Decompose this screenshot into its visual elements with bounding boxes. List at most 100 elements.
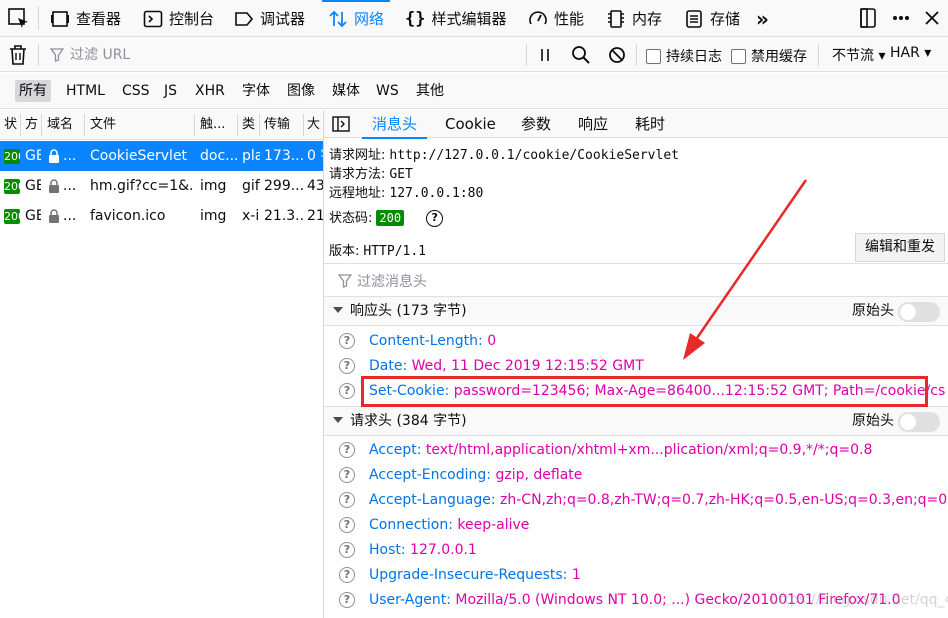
- collapse-arrow-icon[interactable]: [333, 307, 343, 313]
- chevron-double-right-icon[interactable]: »: [756, 0, 769, 37]
- header-name: Accept:: [369, 442, 422, 458]
- request-file: hm.gif?cc=1&...: [90, 178, 194, 194]
- request-row[interactable]: 200 GET ... hm.gif?cc=1&... img gif 299.…: [0, 171, 323, 201]
- summary-url-value: http://127.0.0.1/cookie/CookieServlet: [389, 148, 679, 163]
- header-text: Host: 127.0.0.1: [369, 538, 477, 563]
- filter-images[interactable]: 图像: [283, 80, 319, 102]
- request-cause: img: [200, 178, 227, 194]
- response-headers-section[interactable]: 响应头 (173 字节) 原始头: [324, 296, 948, 326]
- filter-media[interactable]: 媒体: [328, 80, 364, 102]
- toggle-sidebar-icon[interactable]: [332, 116, 350, 136]
- header-text: Accept-Encoding: gzip, deflate: [369, 463, 582, 488]
- filter-js[interactable]: JS: [160, 80, 181, 102]
- column-method[interactable]: 方: [25, 110, 39, 140]
- request-size: 21: [307, 208, 323, 224]
- column-transferred[interactable]: 传输: [264, 110, 302, 140]
- toolbar-separator: [526, 44, 527, 66]
- raw-headers-label: 原始头: [852, 413, 894, 429]
- column-separator: [303, 114, 304, 136]
- filter-other[interactable]: 其他: [412, 80, 448, 102]
- help-icon[interactable]: ?: [339, 492, 355, 508]
- request-headers-section[interactable]: 请求头 (384 字节) 原始头: [324, 406, 948, 436]
- column-separator: [20, 114, 21, 136]
- help-icon[interactable]: ?: [339, 442, 355, 458]
- help-icon[interactable]: ?: [426, 210, 444, 227]
- tab-response[interactable]: 响应: [578, 110, 608, 138]
- help-icon[interactable]: ?: [339, 333, 355, 349]
- column-cause[interactable]: 触...: [200, 110, 234, 140]
- checkbox-box[interactable]: [731, 48, 746, 64]
- header-text: User-Agent: Mozilla/5.0 (Windows NT 10.0…: [369, 588, 901, 613]
- help-icon[interactable]: ?: [339, 592, 355, 608]
- request-details-panel: 消息头 Cookie 参数 响应 耗时 请求网址: http://127.0.0.…: [324, 110, 948, 618]
- help-icon[interactable]: ?: [339, 383, 355, 399]
- header-row: ? Content-Length: 0: [324, 329, 948, 354]
- block-icon[interactable]: [606, 44, 628, 70]
- lock-icon: [47, 149, 61, 167]
- request-list: 状 方 域名 文件 触... 类 传输 大 200 GET ... Cookie…: [0, 110, 323, 618]
- request-size: 43: [307, 178, 323, 194]
- header-row: ? Accept-Encoding: gzip, deflate: [324, 463, 948, 488]
- har-menu-button[interactable]: HAR ▾: [890, 45, 931, 61]
- tab-performance[interactable]: 性能: [528, 0, 584, 37]
- tab-params[interactable]: 参数: [521, 110, 551, 138]
- status-badge: 200: [4, 179, 20, 194]
- filter-fonts[interactable]: 字体: [238, 80, 274, 102]
- tab-headers[interactable]: 消息头: [361, 110, 428, 139]
- status-badge: 200: [4, 209, 20, 224]
- tab-storage[interactable]: 存储: [684, 0, 740, 37]
- help-icon[interactable]: ?: [339, 542, 355, 558]
- edit-and-resend-button[interactable]: 编辑和重发: [855, 233, 945, 262]
- header-value: 127.0.0.1: [410, 542, 477, 558]
- request-transferred: 299...: [264, 178, 304, 194]
- column-status[interactable]: 状: [4, 110, 20, 140]
- summary-method: 请求方法: GET: [329, 163, 413, 182]
- raw-headers-toggle[interactable]: [898, 302, 940, 322]
- column-file[interactable]: 文件: [90, 110, 190, 140]
- request-row[interactable]: 200 GET ... favicon.ico img x-i 21.3... …: [0, 201, 323, 231]
- tab-console[interactable]: 控制台: [143, 0, 214, 37]
- filter-css[interactable]: CSS: [118, 80, 154, 102]
- raw-headers-toggle[interactable]: [898, 412, 940, 432]
- toolbar-separator: [636, 44, 637, 66]
- filter-url-field[interactable]: [50, 44, 520, 66]
- help-icon[interactable]: ?: [339, 567, 355, 583]
- help-icon[interactable]: ?: [339, 358, 355, 374]
- header-row: ? Date: Wed, 11 Dec 2019 12:15:52 GMT: [324, 354, 948, 379]
- column-domain[interactable]: 域名: [47, 110, 83, 140]
- column-size[interactable]: 大: [307, 110, 322, 140]
- trash-icon[interactable]: [8, 44, 28, 70]
- tab-cookies[interactable]: Cookie: [445, 110, 496, 138]
- column-type[interactable]: 类: [242, 110, 257, 140]
- header-value: text/html,application/xhtml+xm...plicati…: [425, 442, 873, 458]
- tab-inspector[interactable]: 查看器: [50, 0, 121, 37]
- filter-html[interactable]: HTML: [62, 80, 109, 102]
- filter-all[interactable]: 所有: [15, 80, 51, 102]
- tab-timings[interactable]: 耗时: [635, 110, 665, 138]
- more-options-icon[interactable]: [890, 7, 912, 29]
- debugger-icon: [235, 11, 254, 26]
- tab-network[interactable]: 网络: [321, 0, 391, 37]
- pause-icon[interactable]: [535, 44, 555, 66]
- filter-url-input[interactable]: [70, 47, 470, 63]
- throttle-select[interactable]: 不节流 ▾: [832, 45, 885, 65]
- filter-ws[interactable]: WS: [372, 80, 403, 102]
- help-icon[interactable]: ?: [339, 517, 355, 533]
- collapse-arrow-icon[interactable]: [333, 417, 343, 423]
- filter-xhr[interactable]: XHR: [191, 80, 229, 102]
- tab-debugger[interactable]: 调试器: [234, 0, 305, 37]
- close-icon[interactable]: [921, 7, 943, 29]
- element-picker-icon[interactable]: [6, 6, 32, 32]
- domain-ellipsis: ...: [63, 148, 77, 164]
- tab-style-editor[interactable]: {} 样式编辑器: [405, 0, 507, 37]
- disable-cache-checkbox[interactable]: 禁用缓存: [731, 46, 807, 66]
- persist-logs-checkbox[interactable]: 持续日志: [646, 46, 722, 66]
- help-icon[interactable]: ?: [339, 467, 355, 483]
- filter-headers-field[interactable]: 过滤消息头: [338, 271, 427, 291]
- request-cause: doc...: [200, 148, 238, 164]
- checkbox-box[interactable]: [646, 48, 661, 64]
- search-icon[interactable]: [570, 44, 592, 70]
- dock-icon[interactable]: [858, 7, 880, 29]
- tab-memory[interactable]: 内存: [606, 0, 662, 37]
- request-row[interactable]: 200 GET ... CookieServlet doc... pla 173…: [0, 141, 323, 171]
